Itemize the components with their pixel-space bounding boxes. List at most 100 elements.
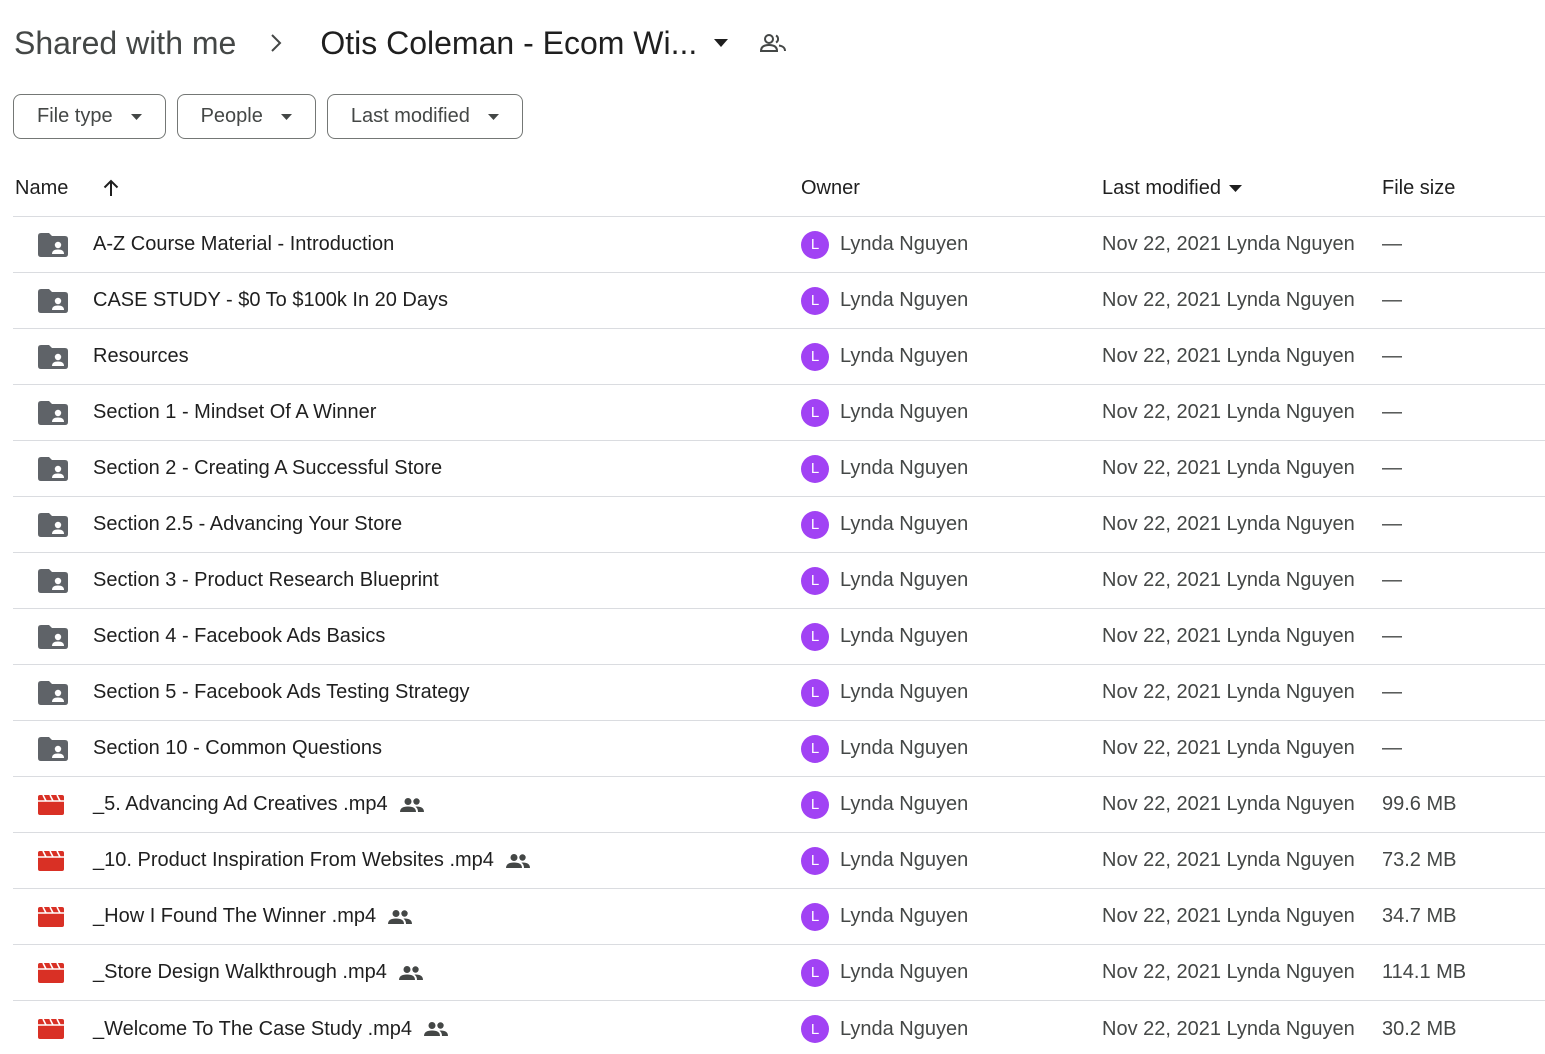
file-name-cell: _Store Design Walkthrough .mp4: [13, 961, 801, 985]
owner-name: Lynda Nguyen: [840, 345, 969, 367]
file-name-cell: _5. Advancing Ad Creatives .mp4: [13, 793, 801, 817]
file-name: Section 4 - Facebook Ads Basics: [93, 625, 386, 647]
last-modified-cell: Nov 22, 2021 Lynda Nguyen: [1102, 625, 1355, 647]
file-name: _10. Product Inspiration From Websites .…: [93, 849, 494, 871]
avatar: L: [801, 678, 829, 707]
avatar: L: [801, 398, 829, 427]
file-name: _Welcome To The Case Study .mp4: [93, 1017, 413, 1040]
owner-name: Lynda Nguyen: [840, 1017, 969, 1040]
file-list-table: Name Owner Last modified File size A-Z C…: [13, 160, 1545, 1054]
filter-bar: File type People Last modified: [13, 94, 523, 139]
table-row[interactable]: Section 4 - Facebook Ads Basics L Lynda Ng…: [13, 609, 1545, 665]
chevron-right-icon: [266, 33, 286, 53]
arrow-upward-icon[interactable]: [100, 177, 122, 199]
owner-name: Lynda Nguyen: [840, 569, 969, 591]
shared-folder-icon: [13, 680, 93, 705]
avatar: L: [801, 902, 829, 931]
table-row[interactable]: _5. Advancing Ad Creatives .mp4 L Lynda Ng…: [13, 777, 1545, 833]
owner-name: Lynda Nguyen: [840, 625, 969, 647]
avatar: L: [801, 454, 829, 483]
file-name: CASE STUDY - $0 To $100k In 20 Days: [93, 289, 448, 311]
column-header-name[interactable]: Name: [13, 177, 801, 200]
owner-name: Lynda Nguyen: [840, 681, 969, 703]
arrow-drop-down-icon: [281, 111, 293, 123]
file-name-cell: A-Z Course Material - Introduction: [13, 232, 801, 257]
table-row[interactable]: Section 3 - Product Research Blueprint L L…: [13, 553, 1545, 609]
file-name: Section 2.5 - Advancing Your Store: [93, 513, 403, 535]
file-size-cell: —: [1382, 233, 1402, 255]
shared-people-icon: [505, 849, 530, 873]
video-file-icon: [13, 1019, 93, 1039]
owner-name: Lynda Nguyen: [840, 793, 969, 815]
table-row[interactable]: Section 10 - Common Questions L Lynda Nguy…: [13, 721, 1545, 777]
file-name-cell: Section 4 - Facebook Ads Basics: [13, 624, 801, 649]
file-name-cell: CASE STUDY - $0 To $100k In 20 Days: [13, 288, 801, 313]
filter-people-button[interactable]: People: [176, 94, 316, 139]
owner-name: Lynda Nguyen: [840, 849, 969, 871]
breadcrumb-current-folder[interactable]: Otis Coleman - Ecom Wi...: [320, 25, 697, 62]
owner-name: Lynda Nguyen: [840, 961, 969, 983]
shared-folder-icon: [13, 456, 93, 481]
table-row[interactable]: Section 2 - Creating A Successful Store L…: [13, 441, 1545, 497]
avatar: L: [801, 510, 829, 539]
file-size-cell: —: [1382, 345, 1402, 367]
owner-cell: L Lynda Nguyen: [801, 398, 1102, 427]
table-row[interactable]: _Welcome To The Case Study .mp4 L Lynda Ng…: [13, 1001, 1545, 1054]
owner-cell: L Lynda Nguyen: [801, 790, 1102, 819]
table-row[interactable]: Section 2.5 - Advancing Your Store L Lynda…: [13, 497, 1545, 553]
column-header-owner: Owner: [801, 176, 860, 199]
file-name-cell: Section 10 - Common Questions: [13, 736, 801, 761]
owner-cell: L Lynda Nguyen: [801, 566, 1102, 595]
filter-label: Last modified: [350, 105, 470, 127]
owner-cell: L Lynda Nguyen: [801, 678, 1102, 707]
owner-cell: L Lynda Nguyen: [801, 622, 1102, 651]
video-file-icon: [13, 906, 93, 927]
file-name-cell: _How I Found The Winner .mp4: [13, 905, 801, 929]
owner-name: Lynda Nguyen: [840, 457, 969, 479]
file-name-cell: _10. Product Inspiration From Websites .…: [13, 849, 801, 873]
table-row[interactable]: Section 1 - Mindset Of A Winner L Lynda Ng…: [13, 385, 1545, 441]
owner-cell: L Lynda Nguyen: [801, 902, 1102, 931]
shared-folder-icon: [13, 512, 93, 537]
shared-folder-icon: [13, 400, 93, 425]
table-row[interactable]: _How I Found The Winner .mp4 L Lynda Nguye…: [13, 889, 1545, 945]
table-row[interactable]: A-Z Course Material - Introduction L Lynda…: [13, 217, 1545, 273]
shared-people-icon: [399, 793, 424, 817]
column-header-last-modified[interactable]: Last modified: [1102, 177, 1382, 200]
owner-name: Lynda Nguyen: [840, 401, 969, 423]
breadcrumb-shared-with-me[interactable]: Shared with me: [14, 25, 236, 62]
owner-cell: L Lynda Nguyen: [801, 510, 1102, 539]
shared-folder-icon: [13, 624, 93, 649]
shared-people-icon: [424, 1017, 449, 1041]
table-row[interactable]: CASE STUDY - $0 To $100k In 20 Days L Lynd…: [13, 273, 1545, 329]
filter-last-modified-button[interactable]: Last modified: [326, 94, 523, 139]
file-name: Section 1 - Mindset Of A Winner: [93, 401, 377, 423]
file-name: A-Z Course Material - Introduction: [93, 233, 395, 255]
column-header-name-label: Name: [15, 176, 69, 199]
table-row[interactable]: Resources L Lynda Nguyen Nov 22, 2021 Lynda…: [13, 329, 1545, 385]
filter-file-type-button[interactable]: File type: [13, 94, 166, 139]
shared-people-icon: [398, 961, 423, 985]
avatar: L: [801, 790, 829, 819]
avatar: L: [801, 342, 829, 371]
file-size-cell: —: [1382, 513, 1402, 535]
owner-cell: L Lynda Nguyen: [801, 230, 1102, 259]
table-row[interactable]: _Store Design Walkthrough .mp4 L Lynda Ngu…: [13, 945, 1545, 1001]
last-modified-cell: Nov 22, 2021 Lynda Nguyen: [1102, 737, 1355, 759]
file-name-cell: Section 1 - Mindset Of A Winner: [13, 400, 801, 425]
avatar: L: [801, 734, 829, 763]
last-modified-cell: Nov 22, 2021 Lynda Nguyen: [1102, 401, 1355, 423]
people-outline-icon[interactable]: [759, 29, 787, 57]
table-row[interactable]: _10. Product Inspiration From Websites .…: [13, 833, 1545, 889]
arrow-drop-down-icon[interactable]: [713, 35, 729, 51]
last-modified-cell: Nov 22, 2021 Lynda Nguyen: [1102, 233, 1355, 255]
file-name: Section 10 - Common Questions: [93, 737, 383, 759]
last-modified-cell: Nov 22, 2021 Lynda Nguyen: [1102, 1017, 1355, 1040]
table-row[interactable]: Section 5 - Facebook Ads Testing Strateg…: [13, 665, 1545, 721]
filter-label: People: [200, 105, 263, 127]
arrow-drop-down-icon: [488, 111, 500, 123]
owner-cell: L Lynda Nguyen: [801, 846, 1102, 875]
owner-cell: L Lynda Nguyen: [801, 1015, 1102, 1043]
file-size-cell: —: [1382, 289, 1402, 311]
avatar: L: [801, 286, 829, 315]
